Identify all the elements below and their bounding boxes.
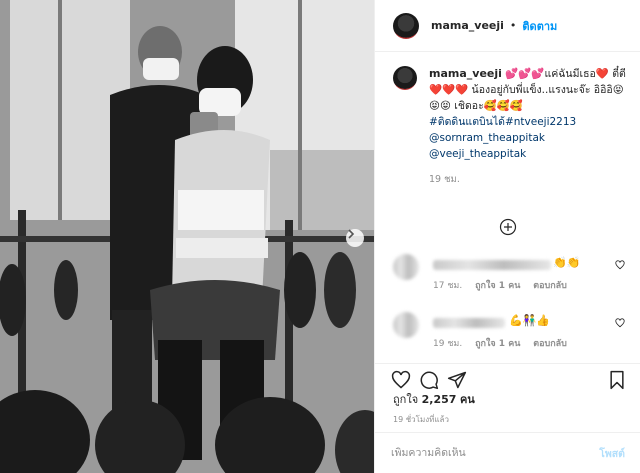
comment-meta: 19 ชม. ถูกใจ 1 คน ตอบกลับ	[433, 336, 577, 350]
reply-button[interactable]: ตอบกลับ	[533, 281, 567, 291]
comment-input[interactable]	[391, 447, 571, 459]
heart-icon[interactable]	[391, 370, 411, 390]
carousel-next-button[interactable]	[346, 229, 364, 247]
likes-count[interactable]: ถูกใจ 2,257 คน	[393, 390, 475, 408]
comment-likes[interactable]: ถูกใจ 1 คน	[475, 339, 520, 349]
bookmark-icon[interactable]	[607, 370, 627, 390]
comment-time: 17 ชม.	[433, 281, 463, 291]
add-comment-bar: โพสต์	[375, 432, 640, 473]
reply-button[interactable]: ตอบกลับ	[533, 339, 567, 349]
heart-icon[interactable]	[615, 260, 625, 270]
comment-meta: 17 ชม. ถูกใจ 1 คน ตอบกลับ	[433, 278, 577, 292]
load-more-comments-button[interactable]	[499, 218, 517, 239]
caption-username[interactable]: mama_veeji	[429, 67, 502, 80]
comment-time: 19 ชม.	[433, 339, 463, 349]
dot-separator: •	[509, 19, 517, 32]
post-photo[interactable]	[0, 0, 374, 473]
comment-text-blurred	[433, 260, 551, 270]
caption-text-block: mama_veeji 💕💕💕แค่ฉันมีเธอ❤️ ตี๋ตี ❤️❤️❤️…	[429, 66, 631, 188]
heart-icon[interactable]	[615, 318, 625, 328]
caption: mama_veeji 💕💕💕แค่ฉันมีเธอ❤️ ตี๋ตี ❤️❤️❤️…	[393, 66, 633, 188]
post-header: mama_veeji • ติดตาม	[375, 0, 640, 52]
commenter-avatar[interactable]	[393, 254, 419, 280]
gym-photo-illustration	[0, 0, 374, 473]
avatar[interactable]	[393, 12, 419, 39]
commenter-avatar[interactable]	[393, 312, 419, 338]
mention-link-2[interactable]: @veeji_theappitak	[429, 146, 631, 162]
post-side-panel: mama_veeji • ติดตาม mama_veeji 💕💕💕แค่ฉัน…	[374, 0, 640, 473]
comment-icon[interactable]	[419, 370, 439, 390]
share-icon[interactable]	[447, 370, 467, 390]
caption-time: 19 ชม.	[429, 174, 460, 185]
likes-unit: คน	[459, 393, 475, 406]
plus-circle-icon	[499, 218, 517, 236]
caption-avatar[interactable]	[393, 66, 417, 90]
comment-likes[interactable]: ถูกใจ 1 คน	[475, 281, 520, 291]
chevron-right-icon	[348, 229, 355, 239]
follow-button[interactable]: ติดตาม	[522, 17, 557, 35]
username-link[interactable]: mama_veeji	[431, 19, 504, 32]
comment-emoji: 👏👏	[553, 256, 581, 269]
post-timestamp: 19 ชั่วโมงที่แล้ว	[393, 415, 449, 424]
comment-emoji: 💪👫👍	[509, 314, 551, 327]
comment-text-blurred	[433, 318, 505, 328]
comment-item: 👏👏 17 ชม. ถูกใจ 1 คน ตอบกลับ	[393, 252, 633, 292]
post-comment-button[interactable]: โพสต์	[599, 445, 625, 462]
comment-item: 💪👫👍 19 ชม. ถูกใจ 1 คน ตอบกลับ	[393, 310, 633, 350]
likes-label: ถูกใจ	[393, 393, 419, 406]
hashtag-link[interactable]: #ติดดินแตบินได้#ntveeji2213	[429, 114, 631, 130]
mention-link-1[interactable]: @sornram_theappitak	[429, 130, 631, 146]
action-bar	[375, 363, 640, 393]
likes-number: 2,257	[421, 393, 457, 406]
